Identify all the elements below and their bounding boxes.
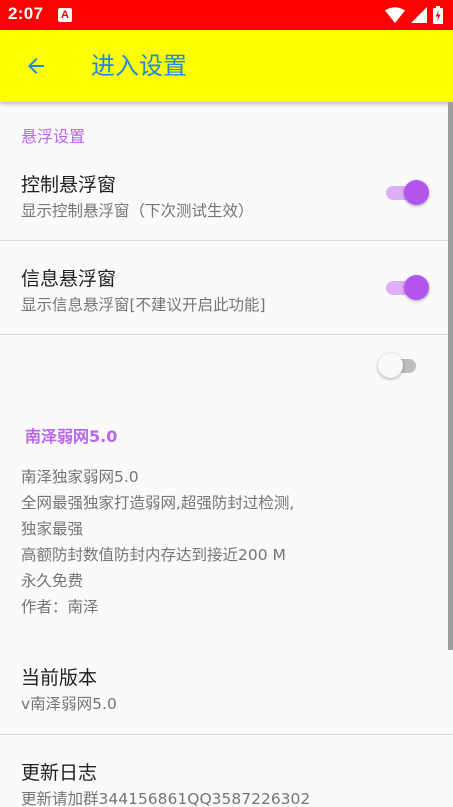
pref-title: 当前版本 <box>21 667 98 689</box>
arrow-left-icon <box>28 58 44 74</box>
signal-icon <box>411 7 427 23</box>
about-line: 全网最强独家打造弱网,超强防封过检测, <box>21 494 295 512</box>
scrollbar[interactable] <box>448 102 453 650</box>
about-line: 高额防封数值防封内存达到接近200 M <box>21 546 286 564</box>
settings-list: 悬浮设置 控制悬浮窗 显示控制悬浮窗（下次测试生效） 信息悬浮窗 显示信息悬浮窗… <box>0 102 453 807</box>
pref-floating-info[interactable]: 信息悬浮窗 显示信息悬浮窗[不建议开启此功能] <box>0 241 453 334</box>
pref-summary: 显示信息悬浮窗[不建议开启此功能] <box>21 296 266 314</box>
switch-thumb <box>404 275 429 300</box>
notification-icon: A <box>58 8 72 22</box>
about-line: 南泽独家弱网5.0 <box>21 468 139 486</box>
pref-title: 控制悬浮窗 <box>21 174 117 196</box>
category-floating-settings: 悬浮设置 <box>21 127 86 146</box>
wifi-icon <box>385 7 405 23</box>
pref-summary: v南泽弱网5.0 <box>21 695 117 713</box>
status-icons <box>385 6 443 24</box>
pref-floating-control[interactable]: 控制悬浮窗 显示控制悬浮窗（下次测试生效） <box>0 152 453 240</box>
floating-info-switch[interactable] <box>386 274 429 302</box>
switch-thumb <box>404 180 429 205</box>
about-line: 永久免费 <box>21 572 84 590</box>
pref-summary: 显示控制悬浮窗（下次测试生效） <box>21 202 254 220</box>
status-time: 2:07 <box>8 4 44 23</box>
switch-thumb <box>378 353 403 378</box>
pref-title: 信息悬浮窗 <box>21 268 117 290</box>
pref-summary: 更新请加群344156861QQ3587226302 <box>21 790 311 807</box>
about-line: 独家最强 <box>21 520 84 538</box>
about-line: 作者：南泽 <box>21 598 99 616</box>
about-description: 南泽独家弱网5.0 全网最强独家打造弱网,超强防封过检测, 独家最强 高额防封数… <box>21 464 441 620</box>
floating-control-switch[interactable] <box>386 179 429 207</box>
app-bar: 进入设置 <box>0 30 453 102</box>
pref-changelog[interactable]: 更新日志 更新请加群344156861QQ3587226302 <box>0 735 453 807</box>
pref-title: 更新日志 <box>21 762 98 784</box>
back-button[interactable] <box>12 42 60 90</box>
extra-switch[interactable] <box>378 352 424 380</box>
pref-current-version[interactable]: 当前版本 v南泽弱网5.0 <box>0 642 453 734</box>
about-title: 南泽弱网5.0 <box>25 427 118 446</box>
status-bar: 2:07 A <box>0 0 453 30</box>
page-title: 进入设置 <box>91 52 187 80</box>
battery-charging-icon <box>433 6 443 24</box>
pref-extra-switch[interactable] <box>0 335 453 397</box>
